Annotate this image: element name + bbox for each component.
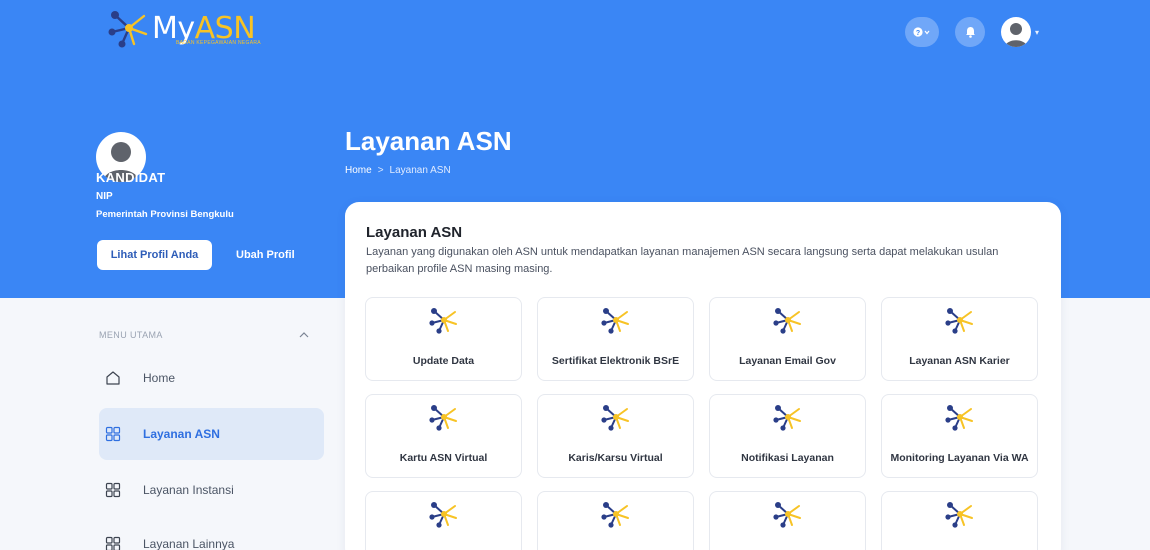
- service-tile[interactable]: Kartu ASN Virtual: [365, 394, 522, 478]
- notification-button[interactable]: [955, 17, 985, 47]
- user-avatar-button[interactable]: [1001, 17, 1031, 47]
- service-logo-icon: [600, 308, 629, 334]
- menu-section-header[interactable]: MENU UTAMA: [99, 330, 309, 340]
- service-logo-icon: [944, 502, 973, 528]
- user-avatar-icon: [1005, 23, 1027, 47]
- myasn-logo-icon: [108, 11, 148, 48]
- sidebar-item-layanan-instansi[interactable]: Layanan Instansi: [99, 464, 324, 516]
- breadcrumb: Home > Layanan ASN: [345, 165, 451, 176]
- service-card: Layanan ASN Layanan yang digunakan oleh …: [345, 202, 1061, 550]
- service-logo-icon: [600, 405, 629, 431]
- service-tile[interactable]: Layanan Kelembagaan: [881, 491, 1038, 550]
- svg-text:?: ?: [916, 30, 920, 37]
- menu-section-label: MENU UTAMA: [99, 330, 163, 340]
- sidebar-item-home[interactable]: Home: [99, 352, 324, 404]
- service-tile[interactable]: Monitoring Layanan Via WA: [881, 394, 1038, 478]
- help-button[interactable]: ?: [905, 17, 939, 47]
- service-logo-icon: [428, 405, 457, 431]
- service-tile-label: Sertifikat Elektronik BSrE: [551, 355, 680, 367]
- service-tile[interactable]: Layanan ASN Karier: [881, 297, 1038, 381]
- bell-icon: [965, 27, 975, 38]
- myasn-logo[interactable]: MyASN BADAN KEPEGAWAIAN NEGARA: [108, 8, 261, 48]
- service-logo-icon: [772, 308, 801, 334]
- service-tile-label: Notifikasi Layanan: [741, 452, 834, 464]
- breadcrumb-current: Layanan ASN: [389, 165, 451, 176]
- sidebar-item-label: Layanan Instansi: [143, 483, 234, 497]
- service-tile[interactable]: Indeks Profesionalitas ASN: [709, 491, 866, 550]
- service-tile-label: Karis/Karsu Virtual: [568, 452, 663, 464]
- profile-organization: Pemerintah Provinsi Bengkulu: [96, 209, 234, 220]
- topbar-actions: ? ▾: [905, 17, 1039, 47]
- service-tile-label: Kartu ASN Virtual: [399, 452, 488, 464]
- breadcrumb-separator: >: [377, 165, 384, 176]
- service-tile[interactable]: Sertifikat Elektronik BSrE: [537, 297, 694, 381]
- page-title: Layanan ASN: [345, 126, 512, 156]
- service-tile[interactable]: Kompetensi ASN: [537, 491, 694, 550]
- view-profile-button[interactable]: Lihat Profil Anda: [97, 240, 212, 270]
- card-title: Layanan ASN: [366, 224, 463, 241]
- card-description: Layanan yang digunakan oleh ASN untuk me…: [366, 246, 999, 275]
- sidebar-item-label: Home: [143, 371, 176, 385]
- service-tile-label: Monitoring Layanan Via WA: [890, 452, 1029, 464]
- sidebar-item-label: Layanan ASN: [143, 427, 220, 441]
- grid-icon: [105, 536, 121, 550]
- service-logo-icon: [600, 502, 629, 528]
- chevron-down-icon[interactable]: ▾: [1035, 28, 1039, 37]
- profile-nip: NIP: [96, 191, 113, 202]
- chevron-up-icon[interactable]: [299, 332, 309, 338]
- service-tile-label: Layanan Email Gov: [739, 355, 836, 367]
- sidebar-item-layanan-asn[interactable]: Layanan ASN: [99, 408, 324, 460]
- question-circle-icon: ?: [913, 27, 930, 37]
- edit-profile-button[interactable]: Ubah Profil: [236, 240, 295, 270]
- service-logo-icon: [944, 308, 973, 334]
- service-tile[interactable]: Notifikasi Layanan: [709, 394, 866, 478]
- service-logo-icon: [428, 502, 457, 528]
- service-tile-label: Layanan ASN Karier: [909, 355, 1010, 367]
- profile-name: KANDIDAT: [96, 170, 166, 185]
- grid-icon: [105, 482, 121, 498]
- service-tile[interactable]: Karis/Karsu Virtual: [537, 394, 694, 478]
- service-tile-label: Update Data: [412, 355, 475, 367]
- service-tile[interactable]: Update Data: [365, 297, 522, 381]
- service-logo-icon: [944, 405, 973, 431]
- sidebar-item-label: Layanan Lainnya: [143, 537, 235, 550]
- grid-icon: [105, 426, 121, 442]
- sidebar-item-layanan-lainnya[interactable]: Layanan Lainnya: [99, 518, 324, 550]
- home-icon: [106, 371, 120, 385]
- brand-tagline: BADAN KEPEGAWAIAN NEGARA: [176, 40, 261, 46]
- breadcrumb-home[interactable]: Home: [345, 165, 372, 176]
- service-logo-icon: [772, 405, 801, 431]
- service-tile[interactable]: Layanan Kinerja: [365, 491, 522, 550]
- service-logo-icon: [428, 308, 457, 334]
- service-tile[interactable]: Layanan Email Gov: [709, 297, 866, 381]
- service-logo-icon: [772, 502, 801, 528]
